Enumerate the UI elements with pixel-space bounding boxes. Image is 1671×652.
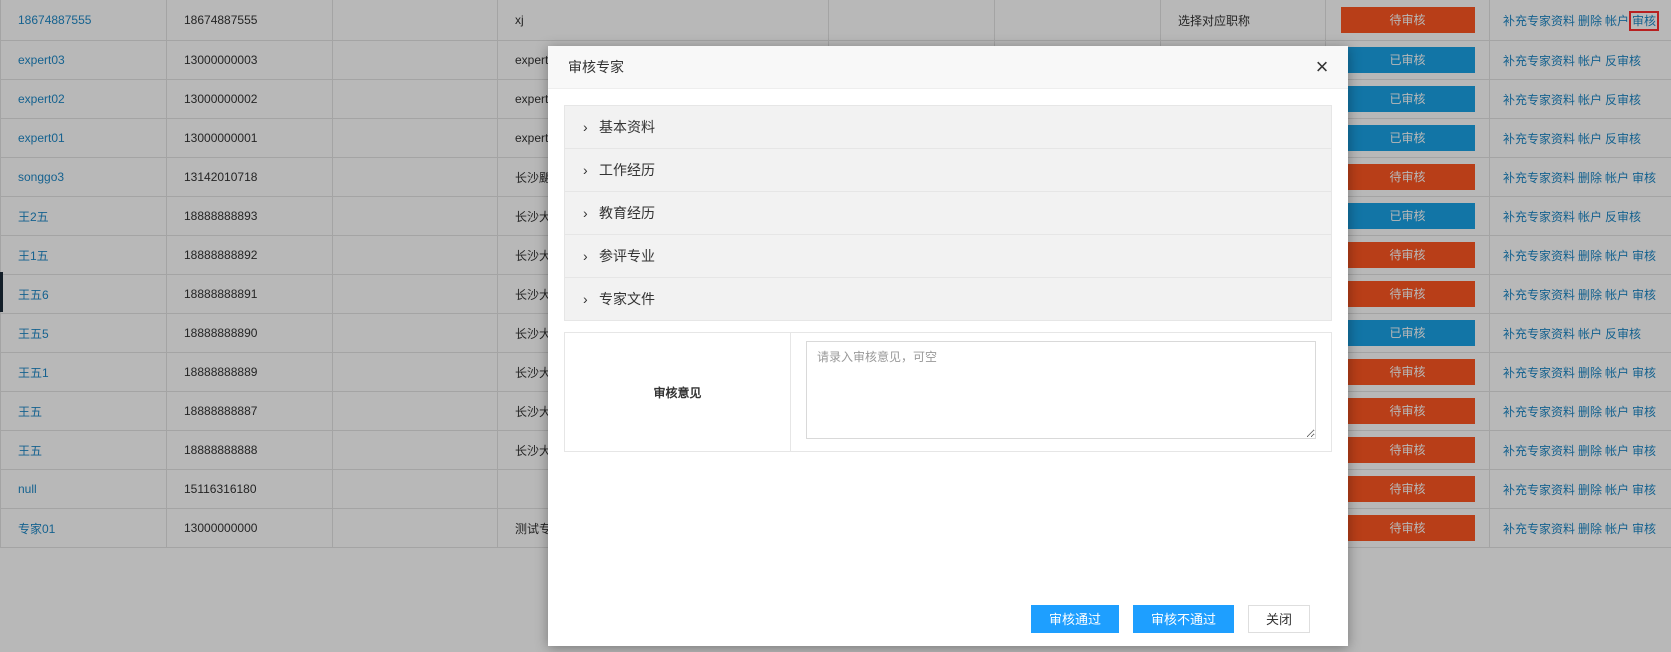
section-label: 参评专业 — [599, 248, 655, 264]
dialog-footer: 审核通过 审核不通过 关闭 — [1030, 605, 1310, 633]
section-label: 教育经历 — [599, 205, 655, 221]
section-label: 基本资料 — [599, 119, 655, 135]
section-label: 工作经历 — [599, 162, 655, 178]
review-expert-dialog: 审核专家 × › 基本资料 › 工作经历 › 教育经历 › 参评专业 › 专家文件 审核意… — [548, 46, 1348, 646]
reject-button[interactable]: 审核不通过 — [1132, 605, 1234, 633]
close-icon[interactable]: × — [1310, 46, 1334, 88]
section-education[interactable]: › 教育经历 — [565, 191, 1331, 234]
chevron-right-icon: › — [583, 248, 588, 264]
chevron-right-icon: › — [583, 291, 588, 307]
dialog-title: 审核专家 — [568, 59, 624, 75]
section-label: 专家文件 — [599, 291, 655, 307]
section-basic-info[interactable]: › 基本资料 — [565, 106, 1331, 148]
dialog-header: 审核专家 × — [548, 46, 1348, 89]
info-collapse: › 基本资料 › 工作经历 › 教育经历 › 参评专业 › 专家文件 — [564, 105, 1332, 321]
approve-button[interactable]: 审核通过 — [1030, 605, 1119, 633]
review-opinion-input[interactable] — [806, 341, 1316, 439]
chevron-right-icon: › — [583, 119, 588, 135]
chevron-right-icon: › — [583, 162, 588, 178]
section-work-history[interactable]: › 工作经历 — [565, 148, 1331, 191]
section-review-major[interactable]: › 参评专业 — [565, 234, 1331, 277]
review-opinion-box: 审核意见 — [564, 332, 1332, 452]
close-button[interactable]: 关闭 — [1247, 605, 1310, 633]
chevron-right-icon: › — [583, 205, 588, 221]
section-expert-files[interactable]: › 专家文件 — [565, 277, 1331, 320]
review-opinion-label: 审核意见 — [565, 333, 791, 451]
